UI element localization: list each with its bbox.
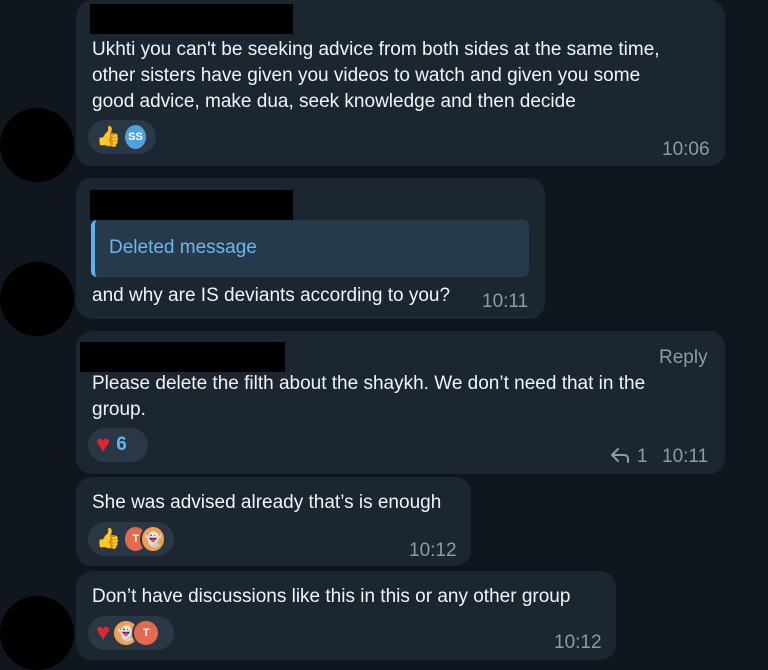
message-time: 10:11 <box>662 446 709 467</box>
thumbs-up-icon: 👍 <box>96 528 121 550</box>
message-text-line: good advice, make dua, seek knowledge an… <box>92 91 576 112</box>
reactions-bar[interactable]: ♥ 👻 T <box>88 616 174 650</box>
message-text-line: Please delete the filth about the shaykh… <box>92 373 646 394</box>
heart-icon: ♥ <box>96 619 111 646</box>
message-time: 10:06 <box>662 139 710 160</box>
reactions-bar[interactable]: 👍 T 👻 <box>88 522 174 556</box>
message-time: 10:12 <box>409 540 457 561</box>
reply-quote[interactable]: Deleted message <box>91 220 529 277</box>
message-time: 10:12 <box>554 632 602 653</box>
thumbs-up-icon: 👍 <box>96 126 121 148</box>
reactor-avatar: SS <box>122 123 148 151</box>
message-text-line: Ukhti you can't be seeking advice from b… <box>92 39 660 60</box>
message-text-line: other sisters have given you videos to w… <box>92 65 641 86</box>
reactions-bar[interactable]: ♥ 6 <box>88 428 148 462</box>
heart-icon: ♥ <box>96 431 111 458</box>
reactor-avatar: T <box>132 619 161 647</box>
replies-count[interactable]: 1 <box>637 446 648 468</box>
ghost-icon: 👻 <box>140 525 166 553</box>
avatar[interactable] <box>0 108 74 182</box>
reactions-bar[interactable]: 👍 SS <box>88 120 156 154</box>
redacted-sender-name <box>90 4 293 34</box>
avatar[interactable] <box>0 596 74 670</box>
message-text-line: group. <box>92 399 146 420</box>
redacted-sender-name <box>90 190 293 220</box>
avatar[interactable] <box>0 262 74 336</box>
redacted-sender-name <box>80 342 285 372</box>
quote-text: Deleted message <box>109 237 257 258</box>
message-text: She was advised already that’s is enough <box>92 492 442 513</box>
message-text: Don’t have discussions like this in this… <box>92 586 571 607</box>
message-time: 10:11 <box>482 291 529 312</box>
reply-link[interactable]: Reply <box>659 347 708 369</box>
reply-arrow-icon[interactable] <box>610 446 630 464</box>
reaction-count: 6 <box>116 434 127 455</box>
message-text: and why are IS deviants according to you… <box>92 285 451 306</box>
